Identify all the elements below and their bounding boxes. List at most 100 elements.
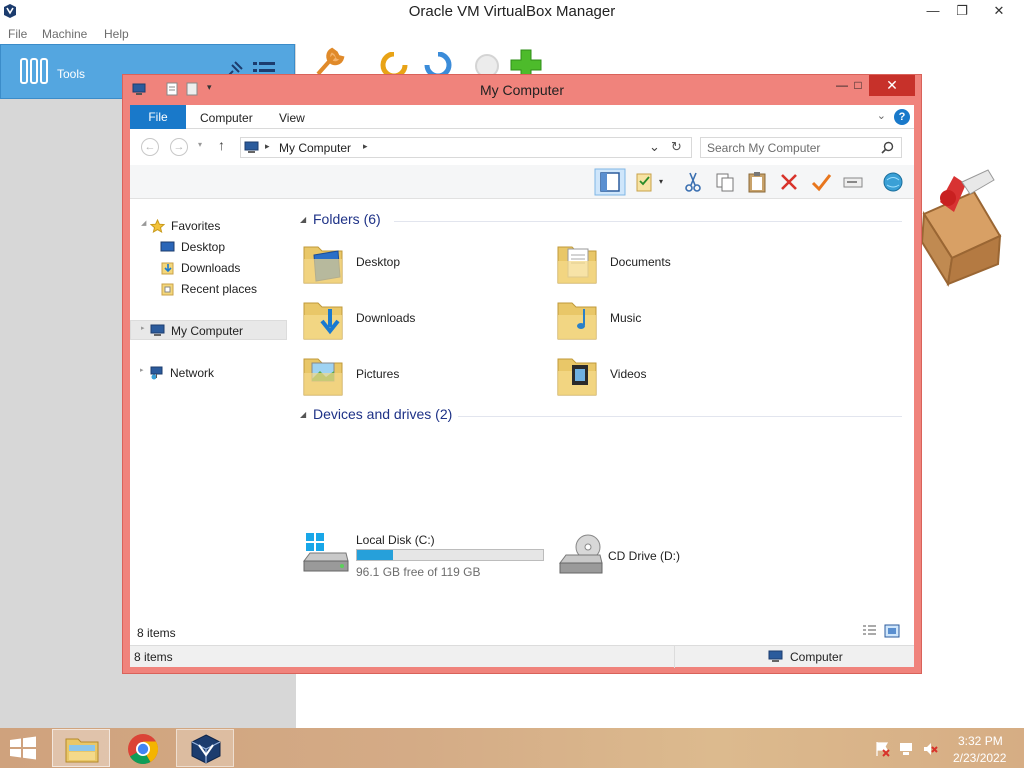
navigation-pane: ◢ Favorites Desktop Downloads Recent pla… bbox=[130, 199, 290, 639]
search-box[interactable] bbox=[700, 137, 902, 158]
favorites-expand-icon[interactable]: ◢ bbox=[141, 219, 146, 227]
address-path[interactable]: My Computer bbox=[279, 141, 351, 155]
nav-downloads[interactable]: Downloads bbox=[130, 258, 287, 278]
folder-tile-documents[interactable]: Documents bbox=[556, 239, 796, 291]
network-expand-icon[interactable]: ▸ bbox=[140, 366, 144, 374]
drive-tile-cd-drive-d[interactable]: CD Drive (D:) bbox=[558, 529, 798, 579]
folder-label: Pictures bbox=[356, 367, 400, 381]
vbox-menu-file[interactable]: File bbox=[8, 27, 27, 41]
my-computer-expand-icon[interactable]: ▸ bbox=[141, 324, 145, 332]
navigation-bar: ← → ▾ ↑ ▸ My Computer ▸ ⌄ ↻ bbox=[130, 129, 914, 165]
ribbon-tabs: File Computer View ⌄ ? bbox=[130, 105, 914, 129]
folder-label: Desktop bbox=[356, 255, 401, 269]
nav-desktop-label: Desktop bbox=[181, 240, 226, 254]
address-bar[interactable]: ▸ My Computer ▸ ⌄ ↻ bbox=[240, 137, 692, 158]
hard-drive-icon bbox=[303, 533, 349, 572]
computer-icon bbox=[150, 324, 165, 336]
explorer-close-button[interactable]: ✕ bbox=[869, 75, 915, 96]
ribbon-expand-chevron-icon[interactable]: ⌄ bbox=[877, 109, 886, 122]
details-view-icon bbox=[863, 625, 876, 635]
volume-muted-icon[interactable] bbox=[922, 741, 938, 757]
properties-dropdown-icon[interactable]: ▾ bbox=[659, 177, 663, 186]
folders-collapse-icon[interactable]: ◢ bbox=[300, 215, 306, 224]
status-bar: 8 items Computer bbox=[130, 645, 914, 668]
copy-icon[interactable] bbox=[714, 171, 736, 193]
address-history-chevron-icon[interactable]: ⌄ bbox=[649, 139, 660, 155]
properties-checklist-icon[interactable] bbox=[634, 171, 656, 193]
taskbar-virtualbox[interactable] bbox=[176, 729, 234, 767]
taskbar bbox=[0, 728, 1024, 768]
rename-check-icon[interactable] bbox=[810, 171, 832, 193]
explorer-window: ▾ My Computer — □ ✕ File Computer View ⌄… bbox=[122, 74, 922, 674]
vbox-restore-button[interactable]: ❐ bbox=[947, 0, 977, 22]
folder-label: Videos bbox=[610, 367, 647, 381]
recent-locations-dropdown[interactable]: ▾ bbox=[198, 140, 202, 149]
nav-my-computer-label: My Computer bbox=[171, 324, 244, 338]
file-explorer-icon bbox=[65, 738, 99, 763]
preview-pane-icon[interactable] bbox=[594, 168, 626, 196]
devices-group-label: Devices and drives (2) bbox=[313, 406, 453, 422]
cut-icon[interactable] bbox=[682, 171, 704, 193]
action-center-flag-icon[interactable] bbox=[874, 741, 890, 757]
search-input[interactable] bbox=[707, 140, 877, 155]
forward-button[interactable]: → bbox=[170, 138, 188, 156]
status-location: Computer bbox=[790, 650, 843, 664]
vbox-titlebar[interactable]: Oracle VM VirtualBox Manager — ❐ ✕ bbox=[0, 0, 1024, 22]
explorer-maximize-button[interactable]: □ bbox=[845, 75, 871, 96]
nav-favorites[interactable]: ◢ Favorites bbox=[130, 216, 287, 236]
nav-recent-places[interactable]: Recent places bbox=[130, 279, 287, 299]
tab-file[interactable]: File bbox=[130, 105, 186, 129]
clock-date[interactable]: 2/23/2022 bbox=[953, 751, 1006, 765]
vbox-close-button[interactable]: ✕ bbox=[984, 0, 1014, 22]
taskbar-file-explorer[interactable] bbox=[52, 729, 110, 767]
folder-videos-icon bbox=[557, 358, 597, 396]
folder-tile-desktop[interactable]: Desktop bbox=[302, 239, 542, 291]
network-icon bbox=[150, 366, 163, 380]
explorer-titlebar[interactable]: ▾ My Computer — □ ✕ bbox=[123, 75, 921, 105]
help-icon[interactable]: ? bbox=[894, 109, 910, 125]
taskbar-chrome[interactable] bbox=[114, 729, 172, 767]
vbox-menu-machine[interactable]: Machine bbox=[42, 27, 87, 41]
drive-tool-icon[interactable] bbox=[842, 171, 864, 193]
up-button[interactable]: ↑ bbox=[218, 137, 225, 153]
breadcrumb-chevron-icon[interactable]: ▸ bbox=[363, 141, 368, 152]
folder-desktop-icon bbox=[303, 246, 343, 284]
nav-my-computer[interactable]: ▸ My Computer bbox=[130, 320, 287, 340]
nav-network[interactable]: ▸ Network bbox=[130, 363, 287, 383]
view-mode-icons[interactable] bbox=[861, 623, 901, 639]
chrome-icon bbox=[128, 734, 159, 765]
folder-label: Music bbox=[610, 311, 642, 325]
tab-computer[interactable]: Computer bbox=[200, 111, 253, 125]
folder-tile-downloads[interactable]: Downloads bbox=[302, 295, 542, 347]
drive-c-usage-bar bbox=[356, 549, 544, 561]
command-toolbar: ▾ bbox=[130, 165, 914, 199]
network-tray-icon[interactable] bbox=[898, 741, 914, 757]
folder-tile-videos[interactable]: Videos bbox=[556, 351, 796, 403]
clock-time[interactable]: 3:32 PM bbox=[958, 734, 1003, 748]
breadcrumb-separator-icon[interactable]: ▸ bbox=[265, 141, 270, 152]
tab-view[interactable]: View bbox=[279, 111, 305, 125]
devices-group-header[interactable]: ◢ Devices and drives (2) bbox=[298, 406, 910, 426]
vbox-menu-help[interactable]: Help bbox=[104, 27, 129, 41]
drive-tile-local-disk-c[interactable]: Local Disk (C:) 96.1 GB free of 119 GB bbox=[302, 529, 552, 579]
status-divider bbox=[674, 646, 675, 668]
folders-group-header[interactable]: ◢ Folders (6) bbox=[298, 211, 910, 231]
devices-group-divider bbox=[458, 416, 902, 417]
delete-icon[interactable] bbox=[778, 171, 800, 193]
folder-tile-pictures[interactable]: Pictures bbox=[302, 351, 542, 403]
paste-icon[interactable] bbox=[746, 171, 768, 193]
back-button[interactable]: ← bbox=[141, 138, 159, 156]
tools-toolbox-illustration bbox=[920, 169, 1002, 287]
explorer-client-area: File Computer View ⌄ ? ← → ▾ ↑ ▸ My Comp… bbox=[130, 105, 914, 667]
internet-globe-icon[interactable] bbox=[882, 171, 904, 193]
folder-tile-music[interactable]: Music bbox=[556, 295, 796, 347]
nav-desktop[interactable]: Desktop bbox=[130, 237, 287, 257]
refresh-icon[interactable]: ↻ bbox=[671, 139, 682, 155]
search-icon[interactable] bbox=[881, 141, 894, 154]
preferences-icon[interactable] bbox=[312, 46, 348, 76]
large-icons-view-icon bbox=[884, 624, 900, 638]
windows-start-icon[interactable] bbox=[8, 736, 38, 760]
vbox-tools-label: Tools bbox=[57, 67, 86, 81]
vbox-minimize-button[interactable]: — bbox=[918, 0, 948, 22]
devices-collapse-icon[interactable]: ◢ bbox=[300, 410, 306, 419]
